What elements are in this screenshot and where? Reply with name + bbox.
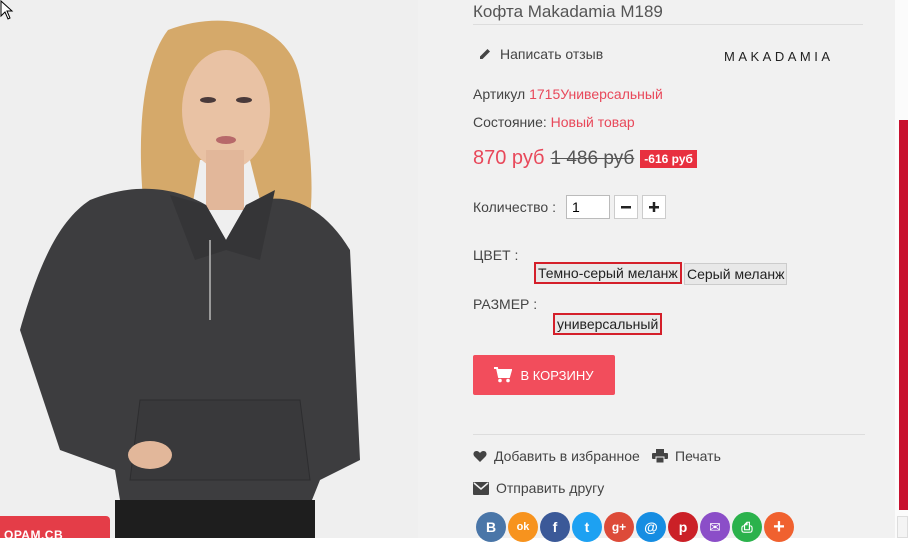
color-label: ЦВЕТ : xyxy=(473,247,519,263)
add-to-cart-button[interactable]: В КОРЗИНУ xyxy=(473,355,615,395)
sku-label: Артикул xyxy=(473,86,526,102)
condition-row: Состояние: Новый товар xyxy=(473,114,635,130)
promo-badge[interactable]: ОРАМ.СВ xyxy=(0,516,110,538)
title-divider xyxy=(473,24,863,25)
add-to-cart-label: В КОРЗИНУ xyxy=(520,367,594,383)
quantity-input[interactable] xyxy=(565,195,610,219)
condition-label: Состояние: xyxy=(473,114,547,130)
model-photo xyxy=(0,0,418,538)
write-review-link[interactable]: Написать отзыв xyxy=(478,46,603,62)
sku-row: Артикул 1715Универсальный xyxy=(473,86,663,102)
envelope-icon xyxy=(473,481,489,495)
pencil-icon xyxy=(480,49,490,59)
send-to-friend-link[interactable]: Отправить другу xyxy=(473,480,604,496)
brand-logo[interactable]: MAKADAMIA xyxy=(724,49,834,64)
quantity-increase-button[interactable] xyxy=(641,195,666,219)
heart-icon xyxy=(473,450,487,462)
size-option-universal[interactable]: универсальный xyxy=(553,313,663,335)
cursor-icon xyxy=(0,0,14,20)
quantity-decrease-button[interactable] xyxy=(613,195,638,219)
plus-icon xyxy=(648,202,659,212)
old-price: 1 486 руб xyxy=(550,147,635,169)
product-title: Кофта Makadamia M189 xyxy=(473,2,663,21)
product-image[interactable]: ОРАМ.СВ xyxy=(0,0,418,538)
print-label: Печать xyxy=(675,448,721,464)
print-link[interactable]: Печать xyxy=(652,448,721,464)
color-option-dark-grey[interactable]: Темно-серый меланж xyxy=(534,262,682,284)
discount-badge: -616 руб xyxy=(640,149,697,168)
price-block: 870 руб 1 486 руб -616 руб xyxy=(473,147,697,170)
adjacent-product-edge xyxy=(895,0,908,538)
printer-icon xyxy=(652,449,668,463)
add-to-wishlist-label: Добавить в избранное xyxy=(494,448,640,464)
size-label: РАЗМЕР : xyxy=(473,296,538,312)
current-price: 870 руб xyxy=(473,147,545,169)
write-review-label: Написать отзыв xyxy=(500,46,604,62)
sku-value: 1715Универсальный xyxy=(529,86,663,102)
cart-icon xyxy=(494,367,513,383)
quantity-row: Количество : xyxy=(473,195,666,219)
adjacent-product-image[interactable] xyxy=(899,120,908,510)
condition-value: Новый товар xyxy=(550,114,635,130)
minus-icon xyxy=(620,206,631,209)
scroll-button[interactable] xyxy=(897,516,908,538)
send-to-friend-label: Отправить другу xyxy=(496,480,605,496)
add-to-wishlist-link[interactable]: Добавить в избранное xyxy=(473,448,640,464)
quantity-label: Количество : xyxy=(473,199,556,215)
product-info-panel: Кофта Makadamia M189 Написать отзыв MAKA… xyxy=(418,0,895,542)
actions-divider xyxy=(473,434,865,435)
color-option-grey[interactable]: Серый меланж xyxy=(684,263,788,285)
